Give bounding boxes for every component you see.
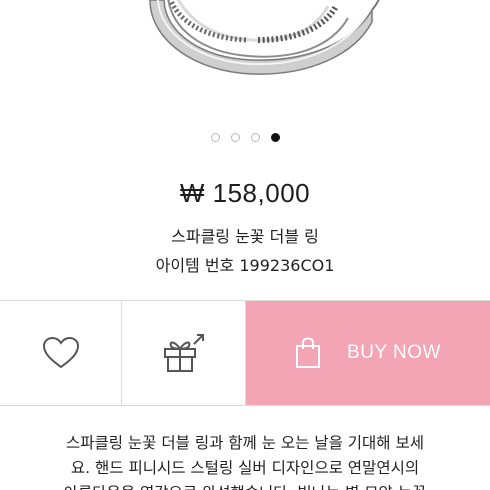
wishlist-button[interactable] (0, 301, 122, 405)
carousel-dot[interactable] (230, 133, 240, 142)
gift-button[interactable] (122, 301, 246, 405)
description-line: 아름다움을 영감으로 완성했습니다. 빛나는 별 모양 눈꽃 (22, 481, 468, 490)
heart-icon (42, 336, 79, 369)
ring-image (149, 0, 380, 75)
description-line: 스파클링 눈꽃 더블 링과 함께 눈 오는 날을 기대해 보세 (65, 434, 425, 452)
shopping-bag-icon (296, 337, 321, 368)
product-image[interactable] (0, 0, 490, 125)
product-price: ₩ 158,000 (179, 178, 311, 208)
carousel-dot[interactable] (210, 133, 220, 142)
buy-now-label: BUY NOW (347, 342, 441, 363)
buy-now-button[interactable]: BUY NOW (246, 301, 490, 405)
description-line: 요. 핸드 피니시드 스털링 실버 디자인으로 연말연시의 (70, 459, 420, 477)
carousel-dot[interactable] (250, 133, 260, 142)
carousel-indicator (0, 133, 490, 145)
gift-icon (163, 334, 204, 372)
carousel-dot-active[interactable] (270, 133, 280, 142)
action-bar: BUY NOW (0, 300, 490, 406)
product-description: 스파클링 눈꽃 더블 링과 함께 눈 오는 날을 기대해 보세 요. 핸드 피니… (0, 431, 490, 490)
product-item-number: 아이템 번호 199236CO1 (155, 256, 335, 275)
product-name: 스파클링 눈꽃 더블 링 (171, 227, 319, 246)
